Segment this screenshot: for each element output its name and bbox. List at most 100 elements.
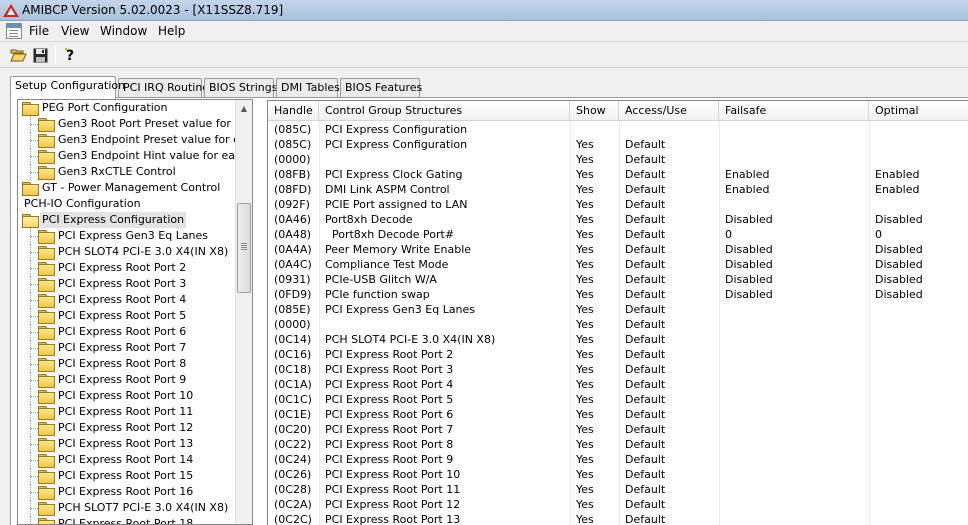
tree-item[interactable]: PCI Express Root Port 15 xyxy=(18,468,236,484)
cell-optimal xyxy=(869,122,968,137)
tree-item[interactable]: PCI Express Root Port 2 xyxy=(18,260,236,276)
tree-item[interactable]: Gen3 Root Port Preset value for eac xyxy=(18,116,252,132)
table-row[interactable]: (0C1E) PCI Express Root Port 6 Yes Default xyxy=(268,407,968,422)
document-window-icon[interactable] xyxy=(6,23,22,39)
tree-item[interactable]: PCI Express Root Port 18 xyxy=(18,516,236,524)
column-header-optimal[interactable]: Optimal xyxy=(869,101,968,121)
tab-setup-configuration[interactable]: Setup Configuration xyxy=(10,76,125,99)
cell-access-use: Default xyxy=(625,153,666,166)
table-row[interactable]: (0000) Yes Default xyxy=(268,317,968,332)
tree-item[interactable]: PCI Express Root Port 4 xyxy=(18,292,236,308)
tab-pci-irq-routing[interactable]: PCI IRQ Routing xyxy=(118,78,209,98)
tree-item[interactable]: PCI Express Root Port 5 xyxy=(18,308,236,324)
tree-item[interactable]: PCI Express Root Port 6 xyxy=(18,324,236,340)
help-button[interactable]: ? xyxy=(60,45,80,65)
table-row[interactable]: (0C22) PCI Express Root Port 8 Yes Default xyxy=(268,437,968,452)
table-row[interactable]: (0C28) PCI Express Root Port 11 Yes Default xyxy=(268,482,968,497)
tree-item[interactable]: Gen3 Endpoint Preset value for eacl xyxy=(18,132,252,148)
table-row[interactable]: (085C) PCI Express Configuration Yes Defaul… xyxy=(268,137,968,152)
menu-view[interactable]: View xyxy=(58,24,92,38)
help-icon: ? xyxy=(65,48,74,63)
tree-connector xyxy=(30,140,38,141)
tree-item[interactable]: PCI Express Gen3 Eq Lanes xyxy=(18,228,236,244)
table-row[interactable]: (08FD) DMI Link ASPM Control Yes Default Ena… xyxy=(268,182,968,197)
tree-item[interactable]: PCI Express Root Port 9 xyxy=(18,372,236,388)
table-row[interactable]: (085E) PCI Express Gen3 Eq Lanes Yes Defaul… xyxy=(268,302,968,317)
column-header-failsafe[interactable]: Failsafe xyxy=(719,101,869,121)
tree-item[interactable]: GT - Power Management Control xyxy=(18,180,236,196)
table-row[interactable]: (0C16) PCI Express Root Port 2 Yes Default xyxy=(268,347,968,362)
tree-item[interactable]: Gen3 RxCTLE Control xyxy=(18,164,236,180)
tree-item[interactable]: PCI Express Root Port 10 xyxy=(18,388,236,404)
tree-item[interactable]: PCH SLOT4 PCI-E 3.0 X4(IN X8) xyxy=(18,244,236,260)
column-header-handle[interactable]: Handle xyxy=(268,101,319,121)
folder-icon xyxy=(38,166,55,180)
tree-item[interactable]: PCH SLOT7 PCI-E 3.0 X4(IN X8) xyxy=(18,500,236,516)
table-row[interactable]: (08FB) PCI Express Clock Gating Yes Default… xyxy=(268,167,968,182)
cell-handle: (0C20) xyxy=(274,423,312,436)
table-row[interactable]: (0C26) PCI Express Root Port 10 Yes Default xyxy=(268,467,968,482)
cell-access-use: Default xyxy=(625,183,666,196)
control-group-grid[interactable]: Handle Control Group Structures Show Acc… xyxy=(267,100,968,525)
cell-control-group: Compliance Test Mode xyxy=(325,258,449,271)
table-row[interactable]: (0C2A) PCI Express Root Port 12 Yes Default xyxy=(268,497,968,512)
table-row[interactable]: (0C1A) PCI Express Root Port 4 Yes Default xyxy=(268,377,968,392)
folder-icon xyxy=(38,310,55,324)
column-header-access-use[interactable]: Access/Use xyxy=(619,101,719,121)
tree-item[interactable]: PCI Express Configuration xyxy=(18,212,236,228)
tree-item-label: Gen3 RxCTLE Control xyxy=(58,165,176,178)
table-row[interactable]: (0000) Yes Default xyxy=(268,152,968,167)
tree-item[interactable]: Gen3 Endpoint Hint value for each L xyxy=(18,148,252,164)
window-title: AMIBCP Version 5.02.0023 - [X11SSZ8.719] xyxy=(22,3,284,17)
setup-tree-view[interactable]: PEG Port Configuration Gen3 Root Port Pre… xyxy=(17,99,253,525)
tab-dmi-tables[interactable]: DMI Tables xyxy=(276,78,340,98)
table-row[interactable]: (0931) PCIe-USB Glitch W/A Yes Default Disab… xyxy=(268,272,968,287)
menu-help[interactable]: Help xyxy=(155,24,188,38)
table-row[interactable]: (092F) PCIE Port assigned to LAN Yes Defaul… xyxy=(268,197,968,212)
table-row[interactable]: (0A4C) Compliance Test Mode Yes Default Disa… xyxy=(268,257,968,272)
tree-item[interactable]: PCI Express Root Port 8 xyxy=(18,356,236,372)
table-row[interactable]: (0C14) PCH SLOT4 PCI-E 3.0 X4(IN X8) Yes De… xyxy=(268,332,968,347)
open-button[interactable] xyxy=(8,45,28,65)
menu-window[interactable]: Window xyxy=(97,24,150,38)
tree-item[interactable]: PCI Express Root Port 13 xyxy=(18,436,236,452)
cell-access-use: Default xyxy=(625,393,666,406)
table-row[interactable]: (0A46) Port8xh Decode Yes Default Disabled Di… xyxy=(268,212,968,227)
tree-item[interactable]: PCI Express Root Port 11 xyxy=(18,404,236,420)
folder-icon xyxy=(38,438,55,452)
table-row[interactable]: (0C18) PCI Express Root Port 3 Yes Default xyxy=(268,362,968,377)
title-bar[interactable]: AMIBCP Version 5.02.0023 - [X11SSZ8.719] xyxy=(0,0,968,21)
table-row[interactable]: (085C) PCI Express Configuration xyxy=(268,122,968,137)
menu-file[interactable]: File xyxy=(26,24,52,38)
folder-open-icon xyxy=(22,214,39,228)
table-row[interactable]: (0C20) PCI Express Root Port 7 Yes Default xyxy=(268,422,968,437)
column-header-control-group[interactable]: Control Group Structures xyxy=(319,101,570,121)
cell-optimal xyxy=(869,152,968,167)
tree-item[interactable]: PEG Port Configuration xyxy=(18,100,236,116)
scroll-thumb[interactable] xyxy=(237,203,251,293)
cell-failsafe: Disabled xyxy=(725,288,773,301)
table-row[interactable]: (0A4A) Peer Memory Write Enable Yes Default… xyxy=(268,242,968,257)
table-row[interactable]: (0C2C) PCI Express Root Port 13 Yes Default xyxy=(268,512,968,525)
tree-vertical-scrollbar[interactable]: ▲ xyxy=(235,100,252,524)
table-row[interactable]: (0C1C) PCI Express Root Port 5 Yes Default xyxy=(268,392,968,407)
cell-control-group: Port8xh Decode Port# xyxy=(325,228,455,241)
tab-bios-strings[interactable]: BIOS Strings xyxy=(204,78,278,98)
table-row[interactable]: (0C24) PCI Express Root Port 9 Yes Default xyxy=(268,452,968,467)
tree-item[interactable]: PCI Express Root Port 16 xyxy=(18,484,236,500)
tree-item[interactable]: PCI Express Root Port 14 xyxy=(18,452,236,468)
tree-item[interactable]: PCI Express Root Port 7 xyxy=(18,340,236,356)
tree-connector xyxy=(30,476,38,477)
tab-bios-features[interactable]: BIOS Features xyxy=(340,78,422,98)
tree-item[interactable]: PCI Express Root Port 12 xyxy=(18,420,236,436)
tree-item[interactable]: PCH-IO Configuration xyxy=(18,196,236,212)
scroll-up-arrow-icon[interactable]: ▲ xyxy=(236,100,252,116)
table-row[interactable]: (0A48) Port8xh Decode Port# Yes Default 0 0 xyxy=(268,227,968,242)
column-header-show[interactable]: Show xyxy=(570,101,619,121)
save-button[interactable] xyxy=(30,45,50,65)
tree-item[interactable]: PCI Express Root Port 3 xyxy=(18,276,236,292)
cell-control-group: PCI Express Configuration xyxy=(325,138,468,151)
table-row[interactable]: (0FD9) PCIe function swap Yes Default Disabl… xyxy=(268,287,968,302)
cell-optimal: Disabled xyxy=(875,288,923,301)
cell-control-group: PCI Express Root Port 13 xyxy=(325,513,461,525)
